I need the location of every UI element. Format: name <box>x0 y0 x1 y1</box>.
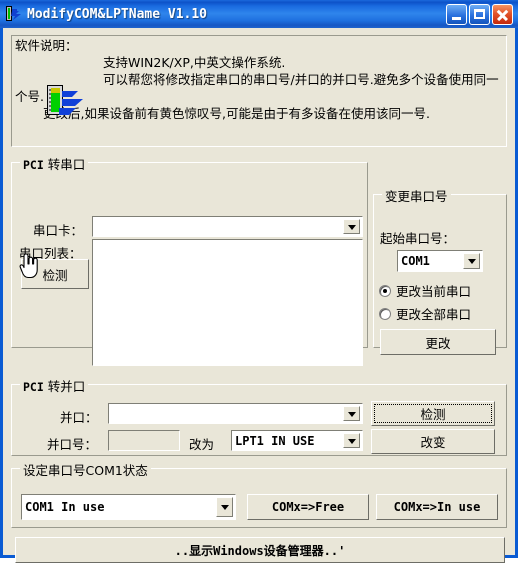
description-line-2: 可以帮您将修改指定串口的串口号/并口的并口号.避免多个设备使用同一个号. <box>15 72 499 104</box>
chevron-down-icon[interactable] <box>343 406 360 421</box>
change-to-label: 改为 <box>189 437 215 452</box>
parallel-change-button[interactable]: 改变 <box>371 429 495 454</box>
com-port-icon <box>45 84 87 118</box>
radio-dot-icon <box>379 284 391 297</box>
show-device-manager-button[interactable]: ..显示Windows设备管理器..' <box>15 537 505 563</box>
change-to-value: LPT1 IN USE <box>235 433 315 448</box>
serial-card-combo[interactable] <box>92 216 363 237</box>
chevron-down-icon[interactable] <box>343 219 360 234</box>
window-controls <box>446 3 516 25</box>
serial-port-listbox[interactable] <box>92 239 363 366</box>
serial-card-label: 串口卡： <box>33 223 84 238</box>
parallel-port-label: 并口： <box>60 410 98 425</box>
change-to-combo[interactable]: LPT1 IN USE <box>231 430 363 451</box>
start-port-label: 起始串口号： <box>380 231 456 246</box>
port-status-combo[interactable]: COM1 In use <box>21 494 236 520</box>
set-port-inuse-button[interactable]: COMx=>In use <box>376 494 498 520</box>
serial-detect-button[interactable]: 检测 <box>21 259 89 289</box>
radio-dot-icon <box>379 307 391 320</box>
description-heading: 软件说明： <box>15 38 78 53</box>
title-bar[interactable]: ModifyCOM&LPTName V1.10 <box>0 0 518 28</box>
radio-change-all-label: 更改全部串口 <box>396 307 472 322</box>
parallel-detect-button[interactable]: 检测 <box>371 401 495 426</box>
description-line-3: 更改后,如果设备前有黄色惊叹号,可能是由于有多设备在使用该同一号. <box>43 106 430 121</box>
serial-group-title: PCI 转串口 <box>20 154 89 173</box>
client-area: 软件说明： 支持WIN2K/XP,中英文操作系统. 可以帮您将修改指定串口的串口… <box>3 28 515 563</box>
close-button[interactable] <box>492 3 513 25</box>
start-port-value: COM1 <box>401 254 430 268</box>
radio-change-all-ports[interactable]: 更改全部串口 <box>379 304 471 323</box>
change-group-title: 变更串口号 <box>382 186 451 205</box>
apply-change-button[interactable]: 更改 <box>380 329 496 355</box>
parallel-group-title: PCI 转并口 <box>20 376 89 395</box>
chevron-down-icon[interactable] <box>343 433 360 448</box>
application-window: ModifyCOM&LPTName V1.10 软件说明： 支持WIN2K/XP… <box>0 0 518 563</box>
parallel-number-field <box>108 430 180 451</box>
parallel-number-label: 并口号： <box>47 437 98 452</box>
app-icon <box>5 5 23 23</box>
maximize-button[interactable] <box>469 3 490 25</box>
parallel-port-combo[interactable] <box>108 403 363 424</box>
radio-change-current-label: 更改当前串口 <box>396 284 472 299</box>
focus-ring <box>374 404 492 423</box>
status-group-title: 设定串口号COM1状态 <box>20 460 151 479</box>
port-status-value: COM1 In use <box>25 500 105 514</box>
radio-change-current-port[interactable]: 更改当前串口 <box>379 281 471 300</box>
chevron-down-icon[interactable] <box>463 253 480 269</box>
description-line-1: 支持WIN2K/XP,中英文操作系统. <box>103 55 286 70</box>
window-title: ModifyCOM&LPTName V1.10 <box>27 6 208 22</box>
start-port-combo[interactable]: COM1 <box>397 250 483 272</box>
minimize-button[interactable] <box>446 3 467 25</box>
set-port-free-button[interactable]: COMx=>Free <box>247 494 369 520</box>
chevron-down-icon[interactable] <box>216 497 233 517</box>
